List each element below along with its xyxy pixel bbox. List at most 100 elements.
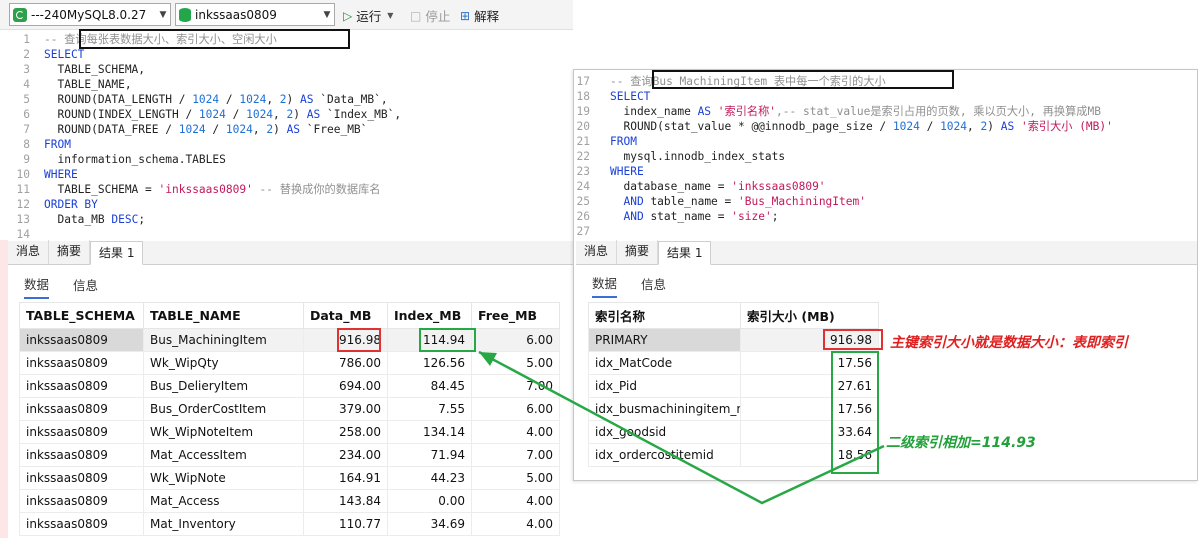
table-cell[interactable]: 234.00 [303, 443, 388, 467]
table-cell[interactable]: inkssaas0809 [19, 374, 144, 398]
table-cell[interactable]: Mat_AccessItem [143, 443, 304, 467]
table-cell[interactable]: 164.91 [303, 466, 388, 490]
table-cell[interactable]: PRIMARY [588, 328, 741, 352]
table-row[interactable]: inkssaas0809 Mat_Inventory 110.77 34.69 4.00 [19, 512, 560, 536]
subtab-info[interactable]: 信息 [73, 271, 98, 298]
table-cell[interactable]: 6.00 [471, 328, 560, 352]
code-line[interactable]: 10 WHERE [0, 167, 573, 182]
column-header[interactable]: Data_MB [303, 302, 388, 329]
table-cell[interactable]: 7.55 [387, 397, 472, 421]
sql-editor-left[interactable]: 1 -- 查询每张表数据大小、索引大小、空闲大小 2 SELECT 3 TABLE_SC… [0, 30, 573, 241]
table-cell[interactable]: 7.00 [471, 374, 560, 398]
table-cell[interactable]: 0.00 [387, 489, 472, 513]
subtab-info[interactable]: 信息 [641, 270, 666, 297]
code-line[interactable]: 20 ROUND(stat_value * @@innodb_page_size… [574, 119, 1197, 134]
table-cell[interactable]: inkssaas0809 [19, 466, 144, 490]
column-header[interactable]: 索引大小 (MB) [740, 302, 879, 329]
column-header[interactable]: 索引名称 [588, 302, 741, 329]
chevron-down-icon[interactable]: ▼ [156, 10, 170, 20]
column-header[interactable]: TABLE_SCHEMA [19, 302, 144, 329]
table-cell[interactable]: inkssaas0809 [19, 328, 144, 352]
table-cell[interactable]: 379.00 [303, 397, 388, 421]
table-cell[interactable]: 786.00 [303, 351, 388, 375]
table-cell[interactable]: Mat_Access [143, 489, 304, 513]
sql-editor-right[interactable]: 17 -- 查询Bus_MachiningItem 表中每一个索引的大小 18 SEL… [574, 72, 1197, 242]
table-cell[interactable]: 7.00 [471, 443, 560, 467]
stop-button[interactable]: □ 停止 [410, 6, 450, 25]
table-cell[interactable]: Wk_WipQty [143, 351, 304, 375]
table-cell[interactable]: 5.00 [471, 351, 560, 375]
tab-summary[interactable]: 摘要 [617, 240, 659, 264]
tab-result-1[interactable]: 结果 1 [658, 241, 712, 265]
table-cell[interactable]: Wk_WipNoteItem [143, 420, 304, 444]
code-line[interactable]: 22 mysql.innodb_index_stats [574, 149, 1197, 164]
table-cell[interactable]: inkssaas0809 [19, 489, 144, 513]
table-row[interactable]: inkssaas0809 Bus_MachiningItem 916.98 114.9… [19, 328, 560, 352]
table-cell[interactable]: 4.00 [471, 489, 560, 513]
code-line[interactable]: 8 FROM [0, 137, 573, 152]
table-cell[interactable]: 126.56 [387, 351, 472, 375]
code-line[interactable]: 5 ROUND(DATA_LENGTH / 1024 / 1024, 2) AS… [0, 92, 573, 107]
table-cell[interactable]: 4.00 [471, 420, 560, 444]
table-row[interactable]: inkssaas0809 Bus_OrderCostItem 379.00 7.55 6… [19, 397, 560, 421]
code-line[interactable]: 24 database_name = 'inkssaas0809' [574, 179, 1197, 194]
code-line[interactable]: 11 TABLE_SCHEMA = 'inkssaas0809' -- 替换成你… [0, 182, 573, 197]
table-row[interactable]: inkssaas0809 Bus_DelieryItem 694.00 84.45 7.… [19, 374, 560, 398]
code-line[interactable]: 18 SELECT [574, 89, 1197, 104]
subtab-data[interactable]: 数据 [24, 270, 50, 299]
table-cell[interactable]: idx_goodsid [588, 420, 741, 444]
column-header[interactable]: Free_MB [471, 302, 560, 329]
column-header[interactable]: Index_MB [387, 302, 472, 329]
subtab-data[interactable]: 数据 [592, 269, 618, 298]
table-cell[interactable]: 71.94 [387, 443, 472, 467]
table-cell[interactable]: Bus_OrderCostItem [143, 397, 304, 421]
table-cell[interactable]: Wk_WipNote [143, 466, 304, 490]
explain-button[interactable]: ⊞ 解释 [460, 6, 499, 25]
code-line[interactable]: 3 TABLE_SCHEMA, [0, 62, 573, 77]
code-line[interactable]: 26 AND stat_name = 'size'; [574, 209, 1197, 224]
table-cell[interactable]: inkssaas0809 [19, 443, 144, 467]
run-button[interactable]: ▷ 运行 ▼ [343, 6, 393, 25]
table-cell[interactable]: 110.77 [303, 512, 388, 536]
run-dropdown-icon[interactable]: ▼ [387, 11, 393, 20]
code-line[interactable]: 12 ORDER BY [0, 197, 573, 212]
tab-messages[interactable]: 消息 [8, 240, 50, 264]
table-row[interactable]: inkssaas0809 Wk_WipNoteItem 258.00 134.14 4.… [19, 420, 560, 444]
code-line[interactable]: 9 information_schema.TABLES [0, 152, 573, 167]
table-cell[interactable]: 4.00 [471, 512, 560, 536]
table-cell[interactable]: idx_MatCode [588, 351, 741, 375]
table-cell[interactable]: 143.84 [303, 489, 388, 513]
table-cell[interactable]: Bus_DelieryItem [143, 374, 304, 398]
table-cell[interactable]: inkssaas0809 [19, 397, 144, 421]
database-select[interactable]: inkssaas0809 ▼ [175, 3, 335, 26]
table-cell[interactable]: inkssaas0809 [19, 420, 144, 444]
table-cell[interactable]: Bus_MachiningItem [143, 328, 304, 352]
table-row[interactable]: inkssaas0809 Wk_WipNote 164.91 44.23 5.00 [19, 466, 560, 490]
connection-select[interactable]: ---240MySQL8.0.27 ▼ [9, 3, 171, 26]
table-cell[interactable]: idx_ordercostitemid [588, 443, 741, 467]
code-line[interactable]: 7 ROUND(DATA_FREE / 1024 / 1024, 2) AS `… [0, 122, 573, 137]
code-line[interactable]: 4 TABLE_NAME, [0, 77, 573, 92]
table-row[interactable]: inkssaas0809 Wk_WipQty 786.00 126.56 5.00 [19, 351, 560, 375]
table-cell[interactable]: idx_Pid [588, 374, 741, 398]
table-cell[interactable]: 6.00 [471, 397, 560, 421]
table-cell[interactable]: 258.00 [303, 420, 388, 444]
table-row[interactable]: inkssaas0809 Mat_Access 143.84 0.00 4.00 [19, 489, 560, 513]
table-cell[interactable]: idx_busmachiningitem_m [588, 397, 741, 421]
table-cell[interactable]: Mat_Inventory [143, 512, 304, 536]
tab-summary[interactable]: 摘要 [49, 240, 91, 264]
table-row[interactable]: inkssaas0809 Mat_AccessItem 234.00 71.94 7.0… [19, 443, 560, 467]
chevron-down-icon[interactable]: ▼ [320, 10, 334, 20]
code-line[interactable]: 27 [574, 224, 1197, 239]
code-line[interactable]: 2 SELECT [0, 47, 573, 62]
table-cell[interactable]: 44.23 [387, 466, 472, 490]
table-cell[interactable]: 134.14 [387, 420, 472, 444]
code-line[interactable]: 25 AND table_name = 'Bus_MachiningItem' [574, 194, 1197, 209]
code-line[interactable]: 6 ROUND(INDEX_LENGTH / 1024 / 1024, 2) A… [0, 107, 573, 122]
table-cell[interactable]: 5.00 [471, 466, 560, 490]
column-header[interactable]: TABLE_NAME [143, 302, 304, 329]
code-line[interactable]: 23 WHERE [574, 164, 1197, 179]
tab-messages[interactable]: 消息 [576, 240, 618, 264]
table-cell[interactable]: inkssaas0809 [19, 351, 144, 375]
table-cell[interactable]: inkssaas0809 [19, 512, 144, 536]
